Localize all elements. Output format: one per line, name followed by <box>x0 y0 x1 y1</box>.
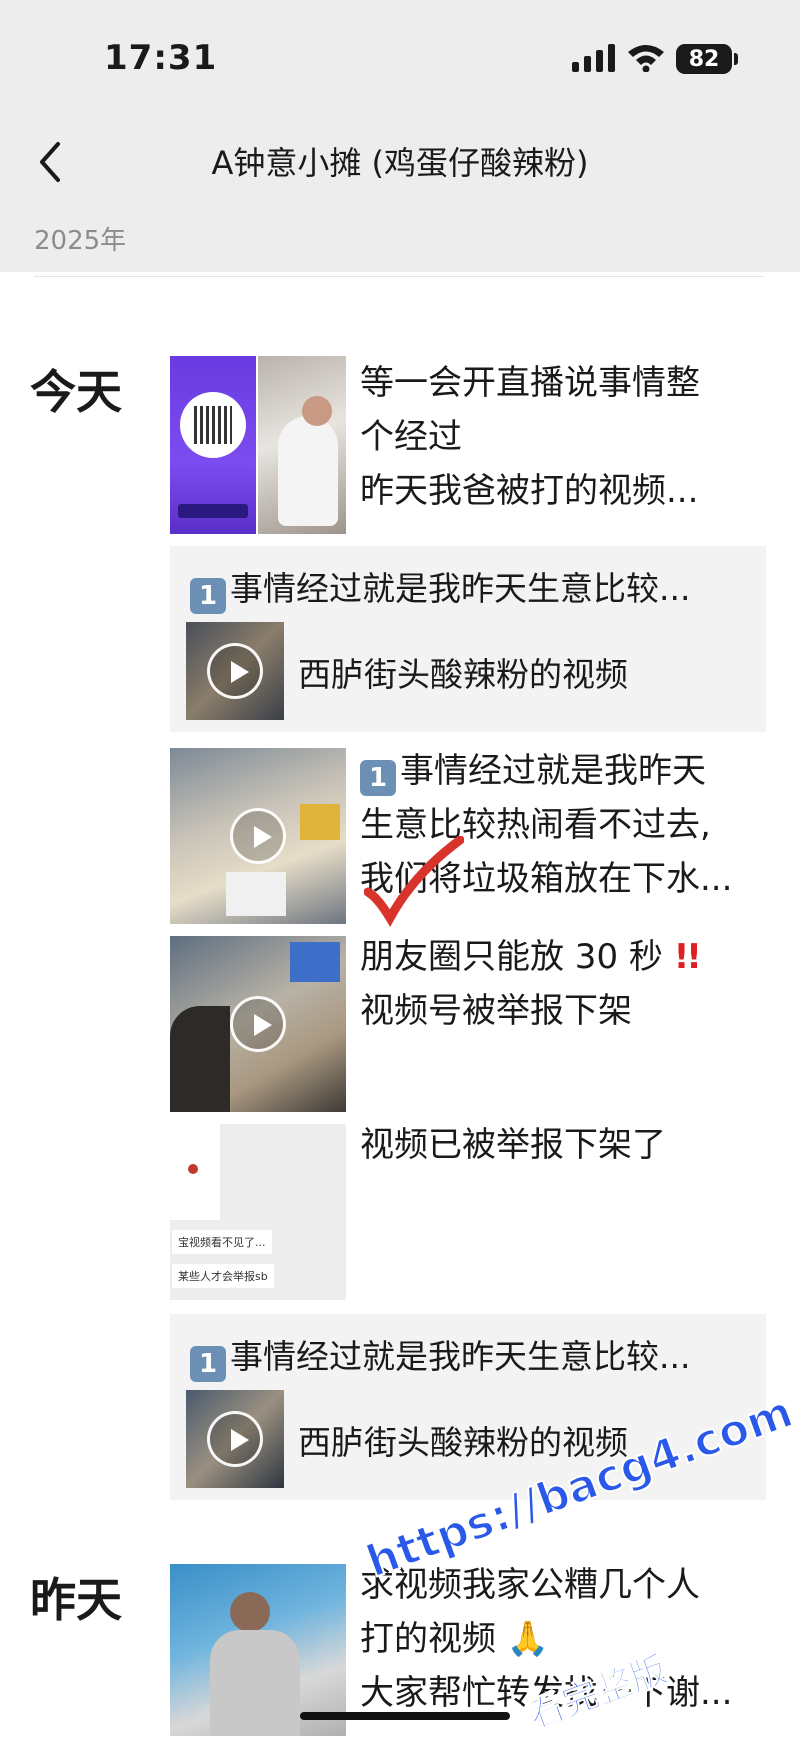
number-one-badge-icon: 1 <box>190 1346 226 1382</box>
wifi-icon <box>628 45 664 72</box>
back-chevron-icon[interactable] <box>24 134 80 190</box>
shared-card-caption: 西胪街头酸辣粉的视频 <box>298 655 628 694</box>
play-icon[interactable] <box>207 1411 263 1467</box>
qr-code-icon <box>180 392 246 458</box>
home-indicator <box>300 1712 510 1720</box>
post-2-line-1: 1 事情经过就是我昨天 <box>360 744 760 798</box>
screenshot-bubble-2: 某些人才会举报sb <box>172 1264 274 1288</box>
shared-video-thumbnail[interactable] <box>186 1390 284 1488</box>
double-exclamation-icon: !! <box>673 937 702 977</box>
year-header: 2025年 <box>0 200 800 272</box>
shared-card-title: 1 事情经过就是我昨天生意比较... <box>190 562 750 614</box>
post-video-thumbnail-2[interactable] <box>170 748 346 924</box>
cellular-signal-icon <box>572 44 615 72</box>
shared-video-card[interactable]: 1 事情经过就是我昨天生意比较... 西胪街头酸辣粉的视频 <box>170 546 766 732</box>
nav-bar: A钟意小摊 (鸡蛋仔酸辣粉) <box>0 120 800 201</box>
avatar-dot-icon <box>188 1164 198 1174</box>
shared-card-caption: 西胪街头酸辣粉的视频 <box>298 1423 628 1462</box>
shared-title-text: 事情经过就是我昨天生意比较... <box>230 569 691 608</box>
day-label-today: 今天 <box>30 365 122 419</box>
post-4-line-1: 视频已被举报下架了 <box>360 1125 666 1165</box>
screenshot-bubble-1: 宝视频看不见了... <box>172 1230 272 1254</box>
praying-hands-icon: 🙏 <box>506 1619 550 1659</box>
post-1-line-1: 等一会开直播说事情整 <box>360 363 700 403</box>
play-icon[interactable] <box>230 808 286 864</box>
divider <box>34 276 764 277</box>
shared-title-text: 事情经过就是我昨天生意比较... <box>230 1337 691 1376</box>
post-image-qr-card[interactable] <box>170 356 256 534</box>
day-label-yesterday: 昨天 <box>30 1573 122 1627</box>
number-one-badge-icon: 1 <box>190 578 226 614</box>
post-video-thumbnail-3[interactable] <box>170 936 346 1112</box>
battery-tip <box>734 53 738 65</box>
post-3-line-1: 朋友圈只能放 30 秒 !! <box>360 937 702 977</box>
post-text-4[interactable]: 视频已被举报下架了 <box>360 1118 760 1172</box>
year-label: 2025年 <box>34 226 127 256</box>
post-1-line-3: 昨天我爸被打的视频... <box>360 471 699 511</box>
red-checkmark-icon <box>364 836 464 928</box>
post-image-hospital[interactable] <box>258 356 346 534</box>
post-image-hospital-bed[interactable] <box>170 1564 346 1736</box>
status-time: 17:31 <box>104 38 218 78</box>
play-icon[interactable] <box>207 643 263 699</box>
shared-card-title: 1 事情经过就是我昨天生意比较... <box>190 1330 750 1382</box>
post-image-screenshot[interactable]: 宝视频看不见了... 某些人才会举报sb <box>170 1124 346 1300</box>
post-5-line-2: 打的视频 🙏 <box>360 1619 550 1659</box>
page-title: A钟意小摊 (鸡蛋仔酸辣粉) <box>211 144 589 182</box>
post-3-line-2: 视频号被举报下架 <box>360 991 632 1031</box>
post-1-line-2: 个经过 <box>360 417 462 457</box>
post-text-1[interactable]: 等一会开直播说事情整 个经过 昨天我爸被打的视频... <box>360 356 760 518</box>
play-icon[interactable] <box>230 996 286 1052</box>
status-bar: 17:31 82 <box>0 0 800 120</box>
number-one-badge-icon: 1 <box>360 760 396 796</box>
battery-indicator: 82 <box>676 44 732 74</box>
shared-video-thumbnail[interactable] <box>186 622 284 720</box>
post-text-3[interactable]: 朋友圈只能放 30 秒 !! 视频号被举报下架 <box>360 930 760 1038</box>
